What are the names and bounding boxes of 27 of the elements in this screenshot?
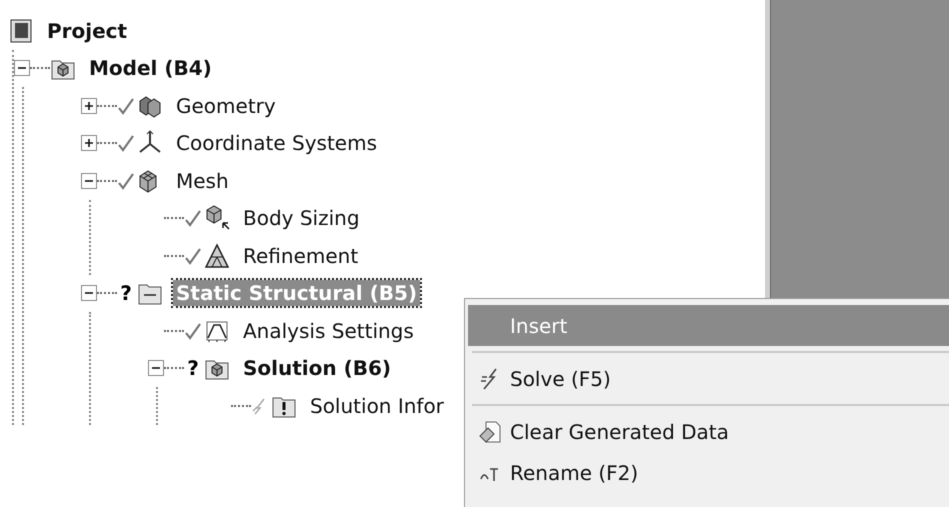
question-mark: ? <box>186 356 200 380</box>
collapse-button[interactable] <box>148 360 164 376</box>
collapse-button[interactable] <box>81 172 97 189</box>
menu-item[interactable]: Clear Generated Data <box>468 411 949 452</box>
question-mark: ? <box>119 281 133 306</box>
tree-item[interactable]: Solution (B6) <box>240 355 394 382</box>
project-icon <box>8 18 34 44</box>
collapse-button[interactable] <box>14 60 30 76</box>
mesh-cursor-icon <box>204 205 230 232</box>
plus-icon <box>84 138 94 148</box>
tree-item[interactable]: Project <box>44 18 130 44</box>
expand-button[interactable] <box>81 98 97 114</box>
tree-item[interactable]: Model (B4) <box>86 55 215 82</box>
tree-item[interactable]: Refinement <box>240 242 362 269</box>
tree-item[interactable]: Mesh <box>173 168 232 194</box>
tree-item[interactable]: Analysis Settings <box>240 318 417 344</box>
eraser-page-icon <box>478 420 502 444</box>
collapse-button[interactable] <box>81 285 97 302</box>
tree-item[interactable]: Body Sizing <box>240 205 363 232</box>
menu-item[interactable]: Rename (F2) <box>468 452 949 493</box>
menu-item[interactable]: Solve (F5) <box>468 358 949 399</box>
tree-item[interactable]: Coordinate Systems <box>173 130 380 156</box>
tree-item[interactable]: Geometry <box>173 92 279 119</box>
triangle-mesh-icon <box>204 242 230 269</box>
tree-item[interactable]: Solution Infor <box>307 392 447 419</box>
plus-icon <box>84 100 94 111</box>
expand-button[interactable] <box>81 135 97 152</box>
